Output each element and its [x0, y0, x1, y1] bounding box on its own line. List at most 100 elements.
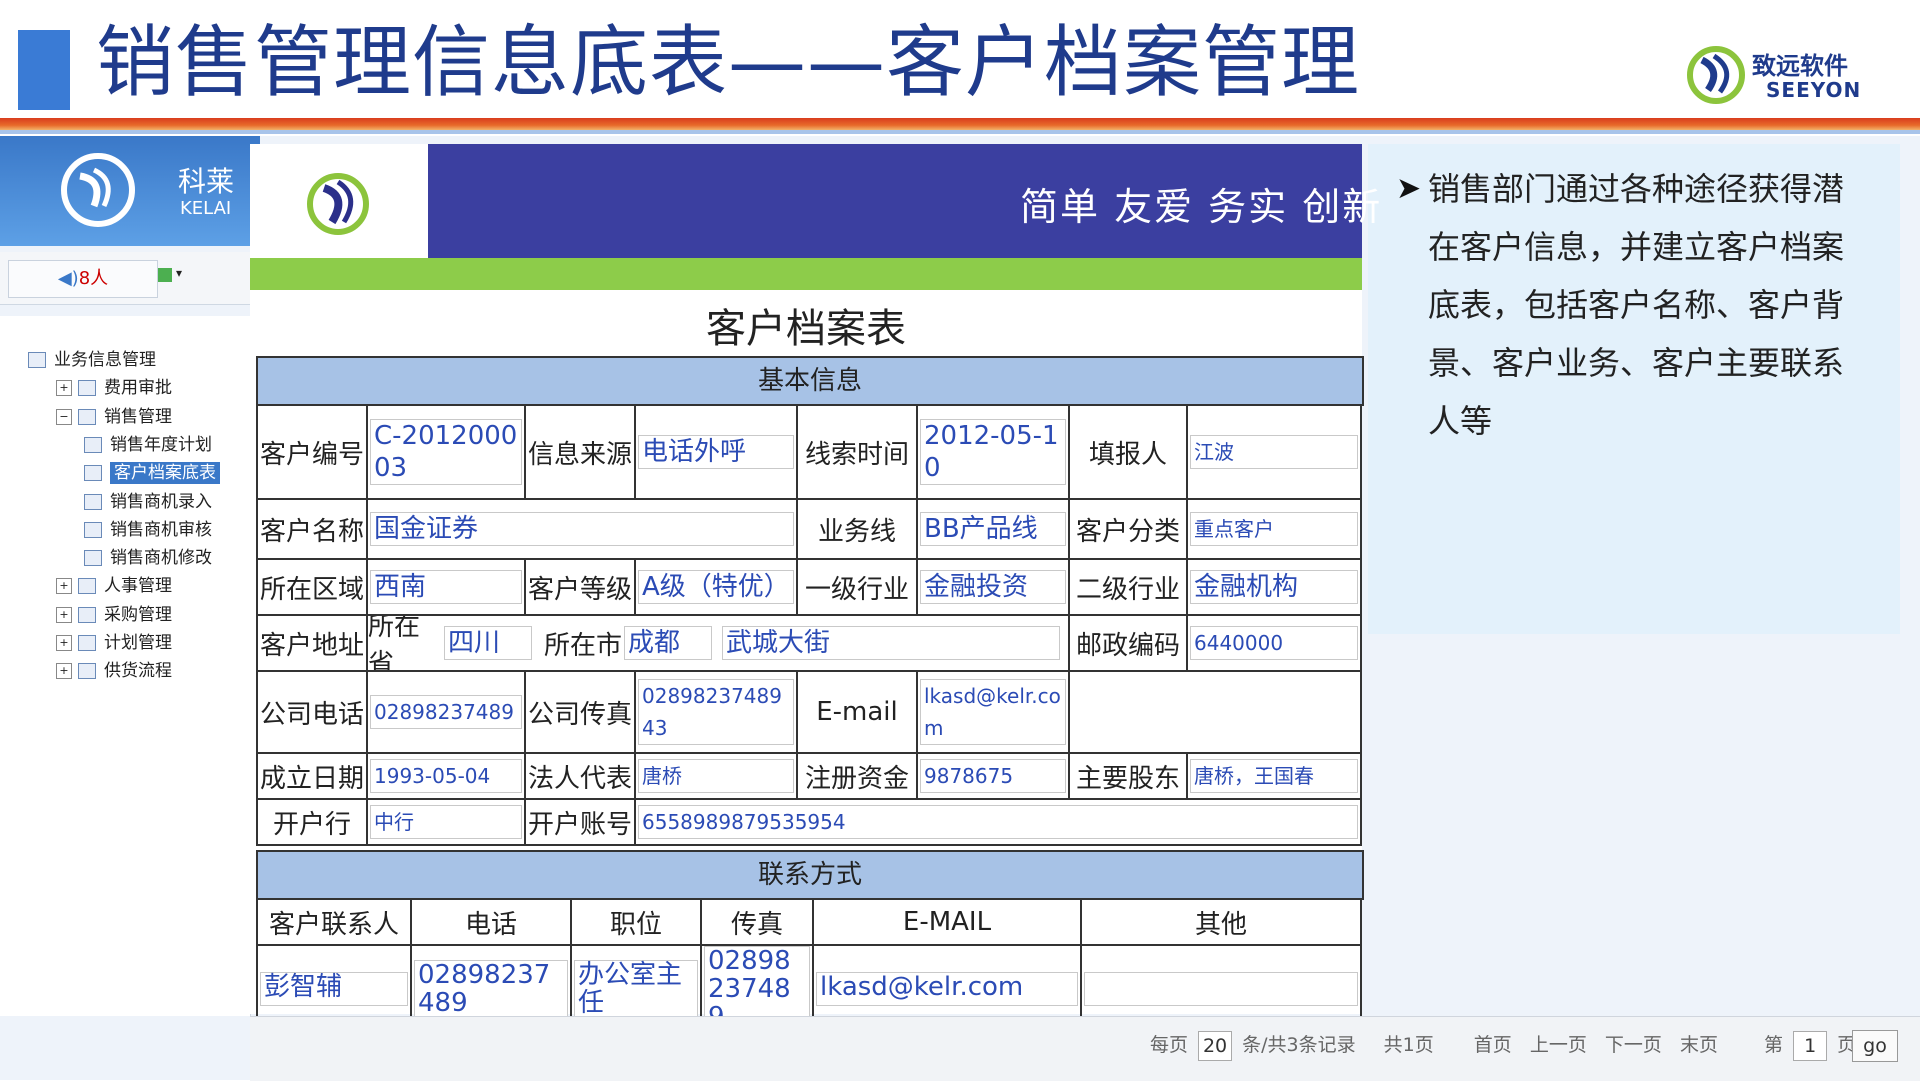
folder-icon: [78, 380, 96, 397]
sidebar-item[interactable]: + 采购管理: [56, 600, 172, 625]
folder-icon: [84, 493, 102, 510]
capital-field[interactable]: 9878675: [920, 759, 1066, 793]
go-button[interactable]: go: [1852, 1030, 1898, 1062]
phone-field[interactable]: 02898237489: [370, 695, 522, 729]
customer-no-field[interactable]: C-201200003: [370, 419, 522, 485]
customer-class-field[interactable]: 重点客户: [1190, 512, 1358, 546]
shareholders-field[interactable]: 唐桥，王国春: [1190, 759, 1358, 793]
online-users-button[interactable]: ◀)8人: [8, 260, 158, 298]
label-shareholders: 主要股东: [1068, 752, 1188, 800]
contact-header-cell: 职位: [570, 898, 702, 946]
tree-toggle-icon[interactable]: +: [56, 635, 72, 651]
industry1-field[interactable]: 金融投资: [920, 570, 1066, 604]
row-customer-no: 客户编号 C-201200003 信息来源 电话外呼 线索时间 2012-05-…: [256, 404, 1362, 500]
description-bullet: 销售部门通过各种途径获得潜在客户信息，并建立客户档案底表，包括客户名称、客户背景…: [1428, 170, 1845, 440]
slide-title: 销售管理信息底表——客户档案管理: [96, 18, 1361, 108]
contact-phone-field[interactable]: 02898237489: [414, 960, 568, 1018]
sidebar-item-label: 人事管理: [104, 576, 172, 597]
title-accent-block: [18, 30, 70, 110]
folder-icon: [84, 436, 102, 453]
last-page-link[interactable]: 末页: [1680, 1034, 1718, 1056]
status-dropdown[interactable]: ▾: [150, 260, 206, 296]
industry2-field[interactable]: 金融机构: [1190, 570, 1358, 604]
label-industry2: 二级行业: [1068, 558, 1188, 616]
city-field[interactable]: 成都: [624, 626, 712, 660]
reporter-field[interactable]: 江波: [1190, 435, 1358, 469]
tree-toggle-icon[interactable]: +: [56, 380, 72, 397]
info-source-field[interactable]: 电话外呼: [638, 435, 794, 469]
contact-header-cell: 其他: [1080, 898, 1362, 946]
account-field[interactable]: 6558989879535954: [638, 805, 1358, 839]
contact-header-cell: 传真: [700, 898, 814, 946]
contact-header-cell: E-MAIL: [812, 898, 1082, 946]
contact-header-cell: 客户联系人: [256, 898, 412, 946]
label-phone: 公司电话: [256, 670, 368, 754]
sidebar-item[interactable]: 销售商机修改: [84, 543, 212, 568]
per-page-label: 每页: [1150, 1034, 1189, 1056]
sidebar-item[interactable]: 客户档案底表: [84, 458, 220, 485]
fax-field[interactable]: 0289823748943: [638, 679, 794, 745]
label-region: 所在区域: [256, 558, 368, 616]
page-input[interactable]: 1: [1793, 1030, 1828, 1061]
title-divider-blue: [0, 130, 1920, 134]
contact-other-field[interactable]: [1084, 972, 1358, 1006]
folder-icon: [78, 606, 96, 623]
online-count: 8人: [78, 268, 109, 289]
first-page-link[interactable]: 首页: [1474, 1034, 1512, 1056]
sidebar-item[interactable]: + 费用审批: [56, 373, 172, 398]
sidebar-item[interactable]: 业务信息管理: [28, 345, 156, 370]
contact-name-field[interactable]: 彭智辅: [260, 972, 408, 1006]
row-phone: 公司电话 02898237489 公司传真 0289823748943 E-ma…: [256, 670, 1362, 754]
label-founded: 成立日期: [256, 752, 368, 800]
sidebar-item-label: 计划管理: [104, 633, 172, 653]
sidebar-item[interactable]: 销售商机审核: [84, 515, 212, 540]
record-summary: 条/共3条记录: [1242, 1034, 1356, 1056]
founded-field[interactable]: 1993-05-04: [370, 759, 522, 793]
form-logo-box: [250, 144, 428, 258]
tree-toggle-icon[interactable]: +: [56, 663, 72, 680]
street-field[interactable]: 武城大街: [722, 626, 1060, 660]
sidebar-item-label: 销售管理: [104, 406, 172, 427]
sidebar-item[interactable]: 销售商机录入: [84, 487, 212, 512]
customer-level-field[interactable]: A级（特优）: [638, 570, 794, 604]
next-page-link[interactable]: 下一页: [1605, 1034, 1662, 1056]
folder-icon: [78, 635, 96, 651]
sidebar-item-label: 销售商机审核: [110, 519, 212, 540]
sidebar-item[interactable]: + 计划管理: [56, 628, 172, 653]
bank-field[interactable]: 中行: [370, 805, 522, 839]
tree-toggle-icon[interactable]: −: [56, 408, 72, 425]
sidebar-item[interactable]: 销售年度计划: [84, 430, 212, 455]
label-customer-class: 客户分类: [1068, 498, 1188, 560]
customer-name-field[interactable]: 国金证券: [370, 512, 794, 546]
contact-email-field[interactable]: lkasd@kelr.com: [816, 972, 1078, 1006]
sidebar-item-label: 销售商机录入: [110, 491, 212, 512]
company-slogan: 简单 友爱 务实 创新: [1020, 185, 1383, 229]
sidebar-item[interactable]: + 人事管理: [56, 571, 172, 596]
label-info-source: 信息来源: [524, 404, 636, 500]
sidebar-item-label: 销售年度计划: [110, 434, 212, 455]
label-bank: 开户行: [256, 798, 368, 846]
email-field[interactable]: lkasd@kelr.com: [920, 679, 1066, 745]
label-city: 所在市: [544, 630, 623, 661]
business-line-field[interactable]: BB产品线: [920, 512, 1066, 546]
sidebar-item[interactable]: − 销售管理: [56, 402, 172, 427]
prev-page-link[interactable]: 上一页: [1530, 1034, 1587, 1056]
region-field[interactable]: 西南: [370, 570, 522, 604]
form-title: 客户档案表: [706, 306, 906, 352]
sidebar-item[interactable]: + 供货流程: [56, 656, 172, 681]
tree-toggle-icon[interactable]: +: [56, 606, 72, 623]
label-customer-no: 客户编号: [256, 404, 368, 500]
contact-position-field[interactable]: 办公室主任: [574, 960, 698, 1018]
folder-icon: [78, 578, 96, 595]
legal-rep-field[interactable]: 唐桥: [638, 759, 794, 793]
lead-time-field[interactable]: 2012-05-10: [920, 419, 1066, 485]
postcode-field[interactable]: 6440000: [1190, 626, 1358, 660]
tree-toggle-icon[interactable]: +: [56, 578, 72, 595]
sidebar-item-label: 客户档案底表: [110, 462, 220, 485]
row-address: 客户地址 所在省 四川 所在市 成都 武城大街 邮政编码 6440000: [256, 614, 1362, 672]
per-page-input[interactable]: 20: [1198, 1030, 1233, 1061]
kelai-logo-icon: [61, 153, 135, 227]
title-divider: [0, 118, 1920, 130]
speaker-icon: ◀): [57, 268, 79, 289]
province-field[interactable]: 四川: [444, 626, 532, 660]
